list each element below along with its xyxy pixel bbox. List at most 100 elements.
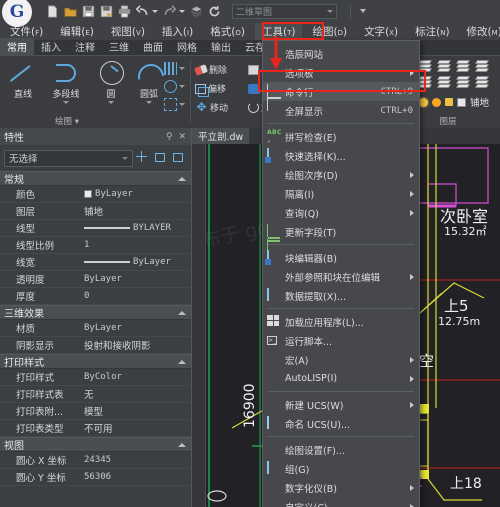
menubar-item-9[interactable]: 修改(M) (460, 23, 500, 40)
menu-item-18[interactable]: 命名 UCS(U)... (263, 414, 419, 433)
tools-dropdown-menu[interactable]: 浩辰网站 选项板 命令行 CTRL+9 全屏显示 CTRL+0 ABC ✓ 拼写检查(E) 快速选… (262, 40, 420, 507)
menu-item-20[interactable]: 组(G) (263, 459, 419, 478)
workspace-select[interactable]: 二维草图 (232, 3, 337, 19)
menubar-item-8[interactable]: 标注(N) (408, 23, 456, 40)
chevron-up-icon[interactable] (178, 359, 186, 364)
chevron-down-icon[interactable] (179, 103, 185, 106)
toolbar-overflow-chevron-icon[interactable] (360, 9, 366, 13)
menu-item-1[interactable]: 选项板 (263, 63, 419, 82)
selection-select[interactable]: 无选择 (4, 149, 133, 167)
properties-group-header[interactable]: 视图 (0, 437, 191, 452)
ribbon-button-boundary[interactable] (164, 98, 185, 111)
menu-item-9[interactable]: 更新字段(T) (263, 222, 419, 252)
menu-item-13[interactable]: 加载应用程序(L)... (263, 312, 419, 331)
menu-item-11[interactable]: 外部参照和块在位编辑 (263, 267, 419, 286)
layer-unlock-icon[interactable] (445, 98, 453, 106)
property-value-cell[interactable]: 1 (80, 240, 191, 250)
layers-icon[interactable] (190, 5, 203, 18)
undo-chevron-down-icon[interactable] (152, 9, 158, 13)
layer-lock-icon[interactable] (455, 76, 471, 89)
menu-item-4[interactable]: ABC ✓ 拼写检查(E) (263, 127, 419, 146)
chevron-down-icon[interactable] (179, 67, 185, 70)
menu-item-7[interactable]: 隔离(I) (263, 184, 419, 203)
ribbon-tab-1[interactable]: 插入 (34, 38, 68, 55)
property-value-cell[interactable]: 56306 (80, 472, 191, 482)
menu-item-3[interactable]: 全屏显示 CTRL+0 (263, 101, 419, 120)
ribbon-tab-3[interactable]: 三维 (102, 38, 136, 55)
properties-group-header[interactable]: 三维效果 (0, 305, 191, 320)
property-value-cell[interactable]: ByLayer (80, 189, 191, 199)
ribbon-tab-0[interactable]: 常用 (0, 38, 34, 55)
close-icon[interactable]: ✕ (178, 132, 186, 142)
layer-thaw-sun-icon[interactable] (432, 97, 441, 107)
property-value-cell[interactable]: BYLAYER (80, 223, 191, 233)
menu-item-12[interactable]: 数据提取(X)... (263, 286, 419, 305)
menu-item-2[interactable]: 命令行 CTRL+9 (263, 82, 419, 111)
document-tab[interactable]: 平立剖.dw (192, 128, 250, 144)
ribbon-button-move[interactable]: ✥ 移动 (195, 101, 228, 115)
layer-new-icon[interactable] (436, 60, 452, 73)
menu-item-14[interactable]: >_ 运行脚本... (263, 331, 419, 350)
menu-item-19[interactable]: 绘图设置(F)... (263, 440, 419, 459)
menu-item-21[interactable]: 数字化仪(B) (263, 478, 419, 497)
property-value-cell[interactable]: ByColor (80, 372, 191, 382)
property-value-cell[interactable]: ByLayer (80, 257, 191, 267)
ribbon-tab-4[interactable]: 曲面 (136, 38, 170, 55)
layer-color-swatch[interactable] (457, 97, 466, 107)
property-value-cell[interactable]: ByLayer (80, 323, 191, 333)
menubar-item-5[interactable]: 工具(T) (254, 22, 303, 40)
layer-unisolate-icon[interactable] (436, 76, 452, 89)
menubar-item-4[interactable]: 格式(O) (203, 23, 252, 40)
layer-isolate-icon[interactable] (455, 60, 471, 73)
menubar-item-3[interactable]: 插入(I) (155, 23, 200, 40)
chevron-up-icon[interactable] (178, 442, 186, 447)
ribbon-button-offset[interactable]: 偏移 (195, 82, 226, 97)
save-icon[interactable] (82, 5, 95, 18)
ribbon-button-polyline[interactable]: 多段线 (45, 60, 87, 104)
ribbon-button-circle[interactable]: 圆 (90, 60, 132, 104)
properties-group-header[interactable]: 打印样式 (0, 354, 191, 369)
property-value-cell[interactable]: 无 (80, 387, 191, 401)
saveas-icon[interactable] (100, 5, 113, 18)
menu-item-16[interactable]: AutoLISP(I) (263, 369, 419, 388)
quick-select-icon[interactable] (172, 151, 187, 166)
undo-icon[interactable] (136, 4, 149, 18)
chevron-down-icon[interactable] (146, 101, 152, 104)
chevron-down-icon[interactable] (108, 101, 114, 104)
menu-item-10[interactable]: 块编辑器(B) (263, 248, 419, 267)
ribbon-tab-5[interactable]: 网格 (170, 38, 204, 55)
open-icon[interactable] (64, 5, 77, 18)
chevron-up-icon[interactable] (178, 176, 186, 181)
property-value-cell[interactable]: ByLayer (80, 274, 191, 284)
menu-item-15[interactable]: 宏(A) (263, 350, 419, 369)
ribbon-tab-6[interactable]: 输出 (204, 38, 238, 55)
redo-icon[interactable] (163, 4, 176, 18)
properties-group-header[interactable]: 常规 (0, 171, 191, 186)
layer-on-bulb-icon[interactable] (419, 97, 428, 107)
chevron-up-icon[interactable] (178, 310, 186, 315)
layer-properties-icon[interactable] (417, 60, 433, 73)
menu-item-8[interactable]: 查询(Q) (263, 203, 419, 222)
menubar-item-2[interactable]: 视图(V) (104, 23, 152, 40)
menubar-item-6[interactable]: 绘图(D) (305, 23, 354, 40)
chevron-down-icon[interactable] (63, 101, 69, 104)
property-value-cell[interactable]: 投射和接收阴影 (80, 338, 191, 352)
menu-item-6[interactable]: 绘图次序(D) (263, 165, 419, 184)
layer-merge-icon[interactable] (474, 76, 490, 89)
property-value-cell[interactable]: 模型 (80, 404, 191, 418)
property-value-cell[interactable]: 铺地 (80, 204, 191, 218)
menubar-item-1[interactable]: 编辑(E) (53, 23, 101, 40)
ribbon-button-line[interactable]: 直线 (2, 60, 44, 100)
ribbon-button-gradient[interactable] (164, 80, 185, 93)
print-icon[interactable] (118, 4, 131, 18)
chevron-down-icon[interactable] (179, 85, 185, 88)
menu-item-17[interactable]: 新建 UCS(W) (263, 395, 419, 414)
ribbon-button-hatch[interactable] (164, 62, 185, 75)
menu-item-0[interactable]: 浩辰网站 (263, 44, 419, 63)
pin-icon[interactable]: ⚲ (166, 132, 173, 142)
property-value-cell[interactable]: 0 (80, 291, 191, 301)
ribbon-tab-2[interactable]: 注释 (68, 38, 102, 55)
select-objects-icon[interactable] (154, 151, 169, 166)
property-value-cell[interactable]: 不可用 (80, 421, 191, 435)
menu-item-22[interactable]: 自定义(C) (263, 497, 419, 507)
